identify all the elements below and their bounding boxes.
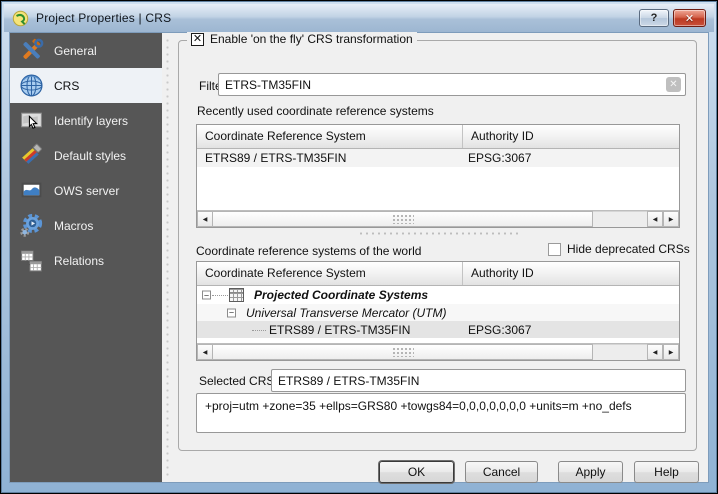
sidebar-item-general[interactable]: General (10, 33, 162, 68)
cancel-button[interactable]: Cancel (465, 461, 538, 483)
dialog-client-area: General CRS (9, 32, 709, 483)
world-crs-title: Coordinate reference systems of the worl… (196, 244, 421, 258)
sidebar-item-macros[interactable]: Macros (10, 208, 162, 243)
paintbrush-icon (19, 143, 44, 168)
scrollbar-track[interactable] (593, 344, 647, 360)
scrollbar-grip (392, 214, 414, 224)
column-header-crs[interactable]: Coordinate Reference System (197, 125, 462, 148)
recent-crs-table: Coordinate Reference System Authority ID… (196, 124, 680, 228)
tree-row-utm[interactable]: − Universal Transverse Mercator (UTM) (197, 304, 679, 321)
world-table-hscrollbar: ◀ ◀ ▶ (197, 343, 679, 360)
authority-cell: EPSG:3067 (468, 323, 531, 337)
selected-crs-input[interactable] (271, 369, 686, 392)
tree-label: ETRS89 / ETRS-TM35FIN (197, 323, 410, 337)
sidebar-item-relations[interactable]: Relations (10, 243, 162, 278)
scrollbar-grip (392, 347, 414, 357)
scrollbar-slider[interactable] (213, 211, 593, 227)
sidebar-item-default-styles[interactable]: Default styles (10, 138, 162, 173)
tables-splitter[interactable] (358, 231, 520, 236)
world-table-header: Coordinate Reference System Authority ID (197, 262, 679, 286)
close-button[interactable]: ✕ (673, 9, 706, 27)
scrollbar-slider[interactable] (213, 344, 593, 360)
qgis-app-icon (12, 10, 29, 27)
sidebar-item-label: General (54, 44, 97, 58)
table-row[interactable]: ETRS89 / ETRS-TM35FIN EPSG:3067 (197, 149, 679, 167)
crs-transform-groupbox: ✕ Enable 'on the fly' CRS transformation… (178, 40, 697, 451)
scroll-left-button[interactable]: ◀ (647, 211, 663, 227)
tools-icon (19, 38, 44, 63)
help-titlebar-button[interactable]: ? (639, 9, 669, 27)
column-header-crs[interactable]: Coordinate Reference System (197, 262, 462, 285)
sidebar-item-crs[interactable]: CRS (10, 68, 162, 103)
column-header-authority[interactable]: Authority ID (462, 262, 679, 285)
authority-cell: EPSG:3067 (468, 151, 531, 165)
collapse-expander-icon[interactable]: − (202, 291, 211, 300)
filter-input[interactable] (218, 73, 686, 96)
sidebar-item-label: Identify layers (54, 114, 128, 128)
tree-row-etrs89[interactable]: ETRS89 / ETRS-TM35FIN EPSG:3067 (197, 321, 679, 338)
sidebar-item-label: CRS (54, 79, 79, 93)
sidebar-item-label: Relations (54, 254, 104, 268)
gear-icon (19, 213, 44, 238)
ok-button[interactable]: OK (379, 461, 454, 483)
scroll-left-button[interactable]: ◀ (197, 344, 213, 360)
hide-deprecated-label: Hide deprecated CRSs (567, 242, 690, 256)
selected-crs-label: Selected CRS: (199, 374, 278, 388)
recent-table-header: Coordinate Reference System Authority ID (197, 125, 679, 149)
identify-map-icon (19, 108, 44, 133)
crs-cell: ETRS89 / ETRS-TM35FIN (197, 151, 346, 165)
proj4-definition-box[interactable]: +proj=utm +zone=35 +ellps=GRS80 +towgs84… (196, 393, 686, 433)
tree-connector (252, 330, 266, 331)
scrollbar-track[interactable] (593, 211, 647, 227)
window-frame: Project Properties | CRS ? ✕ General (1, 1, 717, 493)
sidebar-item-label: Default styles (54, 149, 126, 163)
window-title: Project Properties | CRS (36, 11, 171, 25)
project-properties-window: Project Properties | CRS ? ✕ General (0, 0, 718, 494)
scroll-right-button[interactable]: ▶ (663, 211, 679, 227)
sidebar-item-identify-layers[interactable]: Identify layers (10, 103, 162, 138)
scroll-right-button[interactable]: ▶ (663, 344, 679, 360)
relations-tables-icon (19, 248, 44, 273)
column-header-authority[interactable]: Authority ID (462, 125, 679, 148)
scroll-left-button[interactable]: ◀ (197, 211, 213, 227)
sidebar-splitter[interactable] (164, 37, 171, 478)
apply-button[interactable]: Apply (558, 461, 623, 483)
tree-row-projected[interactable]: − Projected Coordinate Systems (197, 286, 679, 304)
tree-connector (212, 295, 228, 296)
recent-table-hscrollbar: ◀ ◀ ▶ (197, 210, 679, 227)
hide-deprecated-checkbox[interactable] (548, 243, 561, 256)
sidebar-item-label: OWS server (54, 184, 119, 198)
scroll-left-button[interactable]: ◀ (647, 344, 663, 360)
world-crs-table: Coordinate Reference System Authority ID… (196, 261, 680, 361)
globe-icon (19, 73, 44, 98)
clear-filter-icon[interactable]: ✕ (666, 77, 681, 92)
collapse-expander-icon[interactable]: − (227, 308, 236, 317)
sidebar-item-ows-server[interactable]: OWS server (10, 173, 162, 208)
enable-otf-checkbox[interactable]: ✕ (191, 33, 204, 46)
sidebar: General CRS (10, 33, 162, 482)
titlebar[interactable]: Project Properties | CRS ? ✕ (4, 4, 714, 32)
sidebar-item-label: Macros (54, 219, 93, 233)
recent-crs-title: Recently used coordinate reference syste… (197, 104, 434, 118)
projected-systems-icon (229, 288, 244, 302)
help-button[interactable]: Help (634, 461, 699, 483)
enable-otf-label: Enable 'on the fly' CRS transformation (210, 32, 413, 46)
ows-image-icon (19, 178, 44, 203)
